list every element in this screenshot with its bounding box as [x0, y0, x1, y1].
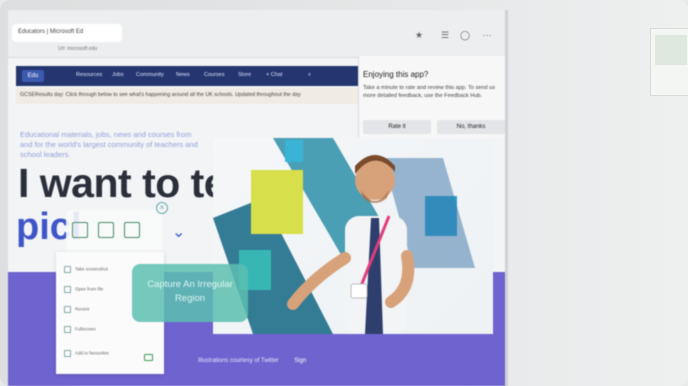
snip-toolbar: × ⌄ [66, 202, 185, 252]
nav-item-resources[interactable]: Resources [76, 72, 102, 78]
collections-icon[interactable]: ☰ [440, 30, 450, 40]
results-banner[interactable]: GCSEResults day: Click through below to … [16, 88, 358, 104]
more-menu-icon[interactable]: ⋯ [482, 30, 492, 40]
search-icon[interactable]: ⌕ [308, 72, 311, 79]
rate-app-popup: Enjoying this app? Take a minute to rate… [358, 56, 505, 138]
teacher-illustration [213, 138, 475, 334]
profile-icon[interactable]: ◯ [460, 30, 470, 40]
hero-image [213, 138, 493, 334]
photo-of-monitor: Educators | Microsoft Ed Url: microsoft.… [0, 0, 688, 386]
nav-item-community[interactable]: Community [136, 72, 164, 78]
browser-toolbar: Educators | Microsoft Ed Url: microsoft.… [8, 10, 505, 58]
window-snip-icon[interactable] [98, 222, 114, 238]
popup-title: Enjoying this app? [363, 70, 429, 79]
side-window-thumbnail [650, 28, 688, 96]
nav-item-jobs[interactable]: Jobs [112, 72, 124, 78]
browser-tab[interactable]: Educators | Microsoft Ed [12, 24, 122, 42]
thumbnail-image [655, 35, 687, 65]
footer-link[interactable]: Sign [294, 358, 306, 364]
fullscreen-snip-icon[interactable] [124, 222, 140, 238]
monitor-screen: Educators | Microsoft Ed Url: microsoft.… [8, 10, 508, 386]
site-logo[interactable]: Edu [22, 70, 44, 82]
nav-item-store[interactable]: Store [238, 72, 251, 78]
footer-line: Illustrations courtesy of Twitter Sign [198, 358, 306, 364]
menu-item-recent[interactable]: Recent [64, 306, 89, 313]
rectangle-snip-icon[interactable] [72, 222, 88, 238]
folder-icon[interactable] [144, 354, 153, 361]
close-icon[interactable]: × [156, 202, 168, 214]
favorite-star-icon[interactable]: ★ [414, 30, 424, 40]
footer-text: Illustrations courtesy of Twitter [198, 358, 279, 364]
rate-it-button[interactable]: Rate it [363, 120, 431, 134]
menu-item-favourites[interactable]: Add to favourites [64, 350, 109, 357]
hero-intro-text: Educational materials, jobs, news and co… [20, 130, 198, 159]
popup-body: Take a minute to rate and review this ap… [363, 85, 496, 100]
nav-item-chat[interactable]: + Chat [266, 72, 282, 78]
site-navigation: Edu Resources Jobs Community News Course… [16, 66, 358, 86]
no-thanks-button[interactable]: No, thanks [437, 120, 505, 134]
menu-item-open-file[interactable]: Open from file [64, 286, 103, 293]
capture-tooltip: Capture An Irregular Region [132, 264, 248, 322]
menu-item-fullscreen[interactable]: Fullscreen [64, 326, 96, 333]
nav-item-news[interactable]: News [176, 72, 190, 78]
nav-item-courses[interactable]: Courses [204, 72, 224, 78]
address-bar[interactable]: Url: microsoft.edu [58, 46, 97, 52]
chevron-down-icon[interactable]: ⌄ [172, 222, 185, 242]
menu-item-take-screenshot[interactable]: Take screenshot [64, 266, 108, 273]
